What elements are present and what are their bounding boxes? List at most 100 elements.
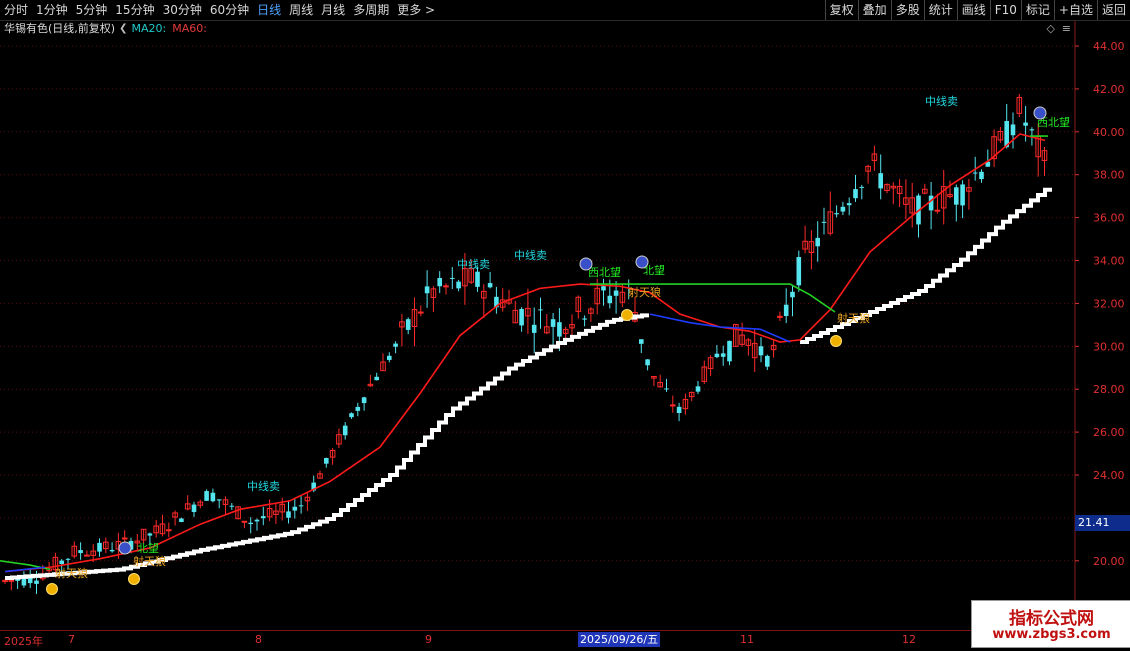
candle-body (557, 322, 562, 337)
candle-body (210, 492, 216, 502)
candle-body (815, 237, 820, 247)
axis-tick-label: 32.00 (1093, 297, 1125, 310)
coin-icon (830, 335, 842, 347)
candle-body (261, 516, 266, 519)
axis-tick-label: 40.00 (1093, 126, 1125, 139)
date-cursor-highlight: 2025/09/26/五 (578, 632, 661, 647)
date-label-nov: 11 (740, 633, 754, 646)
mid-sell-label: 中线卖 (457, 257, 490, 271)
candle-body (821, 221, 827, 223)
candle-body (538, 309, 543, 311)
current-price-box: 21.41 (1075, 515, 1130, 531)
candle-body (241, 520, 248, 523)
wolf-label: 射天狼 (133, 554, 166, 568)
face-icon (1033, 106, 1047, 120)
candle-body (846, 203, 852, 206)
candle-body (695, 386, 701, 392)
face-icon (579, 257, 593, 271)
candle-body (796, 257, 802, 286)
candle-body (954, 187, 959, 205)
face-icon (635, 255, 649, 269)
ma20-line (4, 133, 1046, 573)
candle-body (550, 319, 556, 327)
candle-body (229, 505, 235, 507)
candle-body (179, 518, 184, 522)
axis-tick-label: 34.00 (1093, 255, 1125, 268)
candle-body (286, 511, 291, 518)
candle-body (790, 291, 795, 298)
candle-body (374, 376, 379, 381)
axis-tick-label: 20.00 (1093, 555, 1125, 568)
candle-body (342, 425, 348, 436)
candle-body (424, 286, 430, 294)
candle-body (78, 550, 83, 554)
axis-tick-label: 38.00 (1093, 169, 1125, 182)
candle-body (1029, 129, 1035, 131)
blue-line-start (4, 566, 46, 573)
mid-sell-label: 中线卖 (925, 94, 958, 108)
north-outline-label: 西北望 (588, 266, 621, 279)
candle-body (859, 186, 865, 188)
candle-body (65, 558, 71, 560)
candle-body (582, 318, 587, 320)
face-icon (118, 541, 132, 555)
date-label-jul: 7 (68, 633, 75, 646)
candle-body (934, 209, 941, 212)
candle-body (878, 173, 883, 189)
candle-body (928, 195, 934, 211)
coin-icon (128, 573, 140, 585)
date-label-year: 2025年 (4, 635, 43, 648)
candle-body (147, 533, 153, 536)
candle-body (109, 549, 115, 552)
candle-body (204, 491, 209, 501)
watermark-url: www.zbgs3.com (992, 627, 1111, 642)
date-label-aug: 8 (255, 633, 262, 646)
candle-body (758, 346, 764, 356)
north-label: 北望 (137, 542, 159, 555)
candle-body (960, 184, 965, 206)
candle-body (664, 388, 669, 390)
candle-body (34, 580, 39, 584)
candle-body (361, 397, 367, 404)
watermark: 指标公式网 www.zbgs3.com (971, 600, 1130, 648)
axis-tick-label: 24.00 (1093, 469, 1125, 482)
candle-body (613, 290, 619, 296)
candle-body (292, 506, 298, 511)
candle-body (387, 355, 392, 360)
candle-body (97, 542, 102, 552)
white-step-line-a (5, 313, 649, 580)
axis-tick-label: 26.00 (1093, 426, 1125, 439)
candle-body (393, 343, 398, 347)
candle-body (531, 324, 537, 333)
candle-body (487, 283, 493, 288)
coin-icon (46, 583, 58, 595)
candle-body (475, 271, 480, 287)
candle-body (418, 311, 424, 314)
candle-body (450, 277, 455, 279)
axis-tick-label: 28.00 (1093, 383, 1125, 396)
kline-chart[interactable]: 44.00 42.00 40.00 38.00 36.00 34.00 32.00 30.00… (0, 0, 1130, 650)
candle-body (727, 340, 732, 362)
candle-body (670, 404, 676, 407)
candle-body (834, 213, 839, 215)
candle-body (456, 281, 461, 289)
wolf-label: 射天狼 (628, 285, 661, 299)
candle-body (645, 359, 650, 366)
candle-body (601, 286, 606, 291)
candle-body (1010, 124, 1016, 136)
mid-sell-label: 中线卖 (247, 479, 280, 493)
axis-tick-label: 36.00 (1093, 212, 1125, 225)
candle-body (676, 406, 682, 414)
candle-body (437, 278, 442, 287)
watermark-title: 指标公式网 (1009, 609, 1094, 629)
coin-icon (621, 309, 633, 321)
candle-body (840, 206, 846, 212)
candle-body (765, 355, 770, 367)
candle-body (324, 458, 329, 464)
axis-tick-label: 42.00 (1093, 83, 1125, 96)
candle-body (714, 353, 720, 358)
candle-body (59, 560, 64, 565)
candle-body (443, 285, 449, 288)
axis-tick-label: 30.00 (1093, 340, 1125, 353)
axis-tick-label: 44.00 (1093, 40, 1125, 53)
